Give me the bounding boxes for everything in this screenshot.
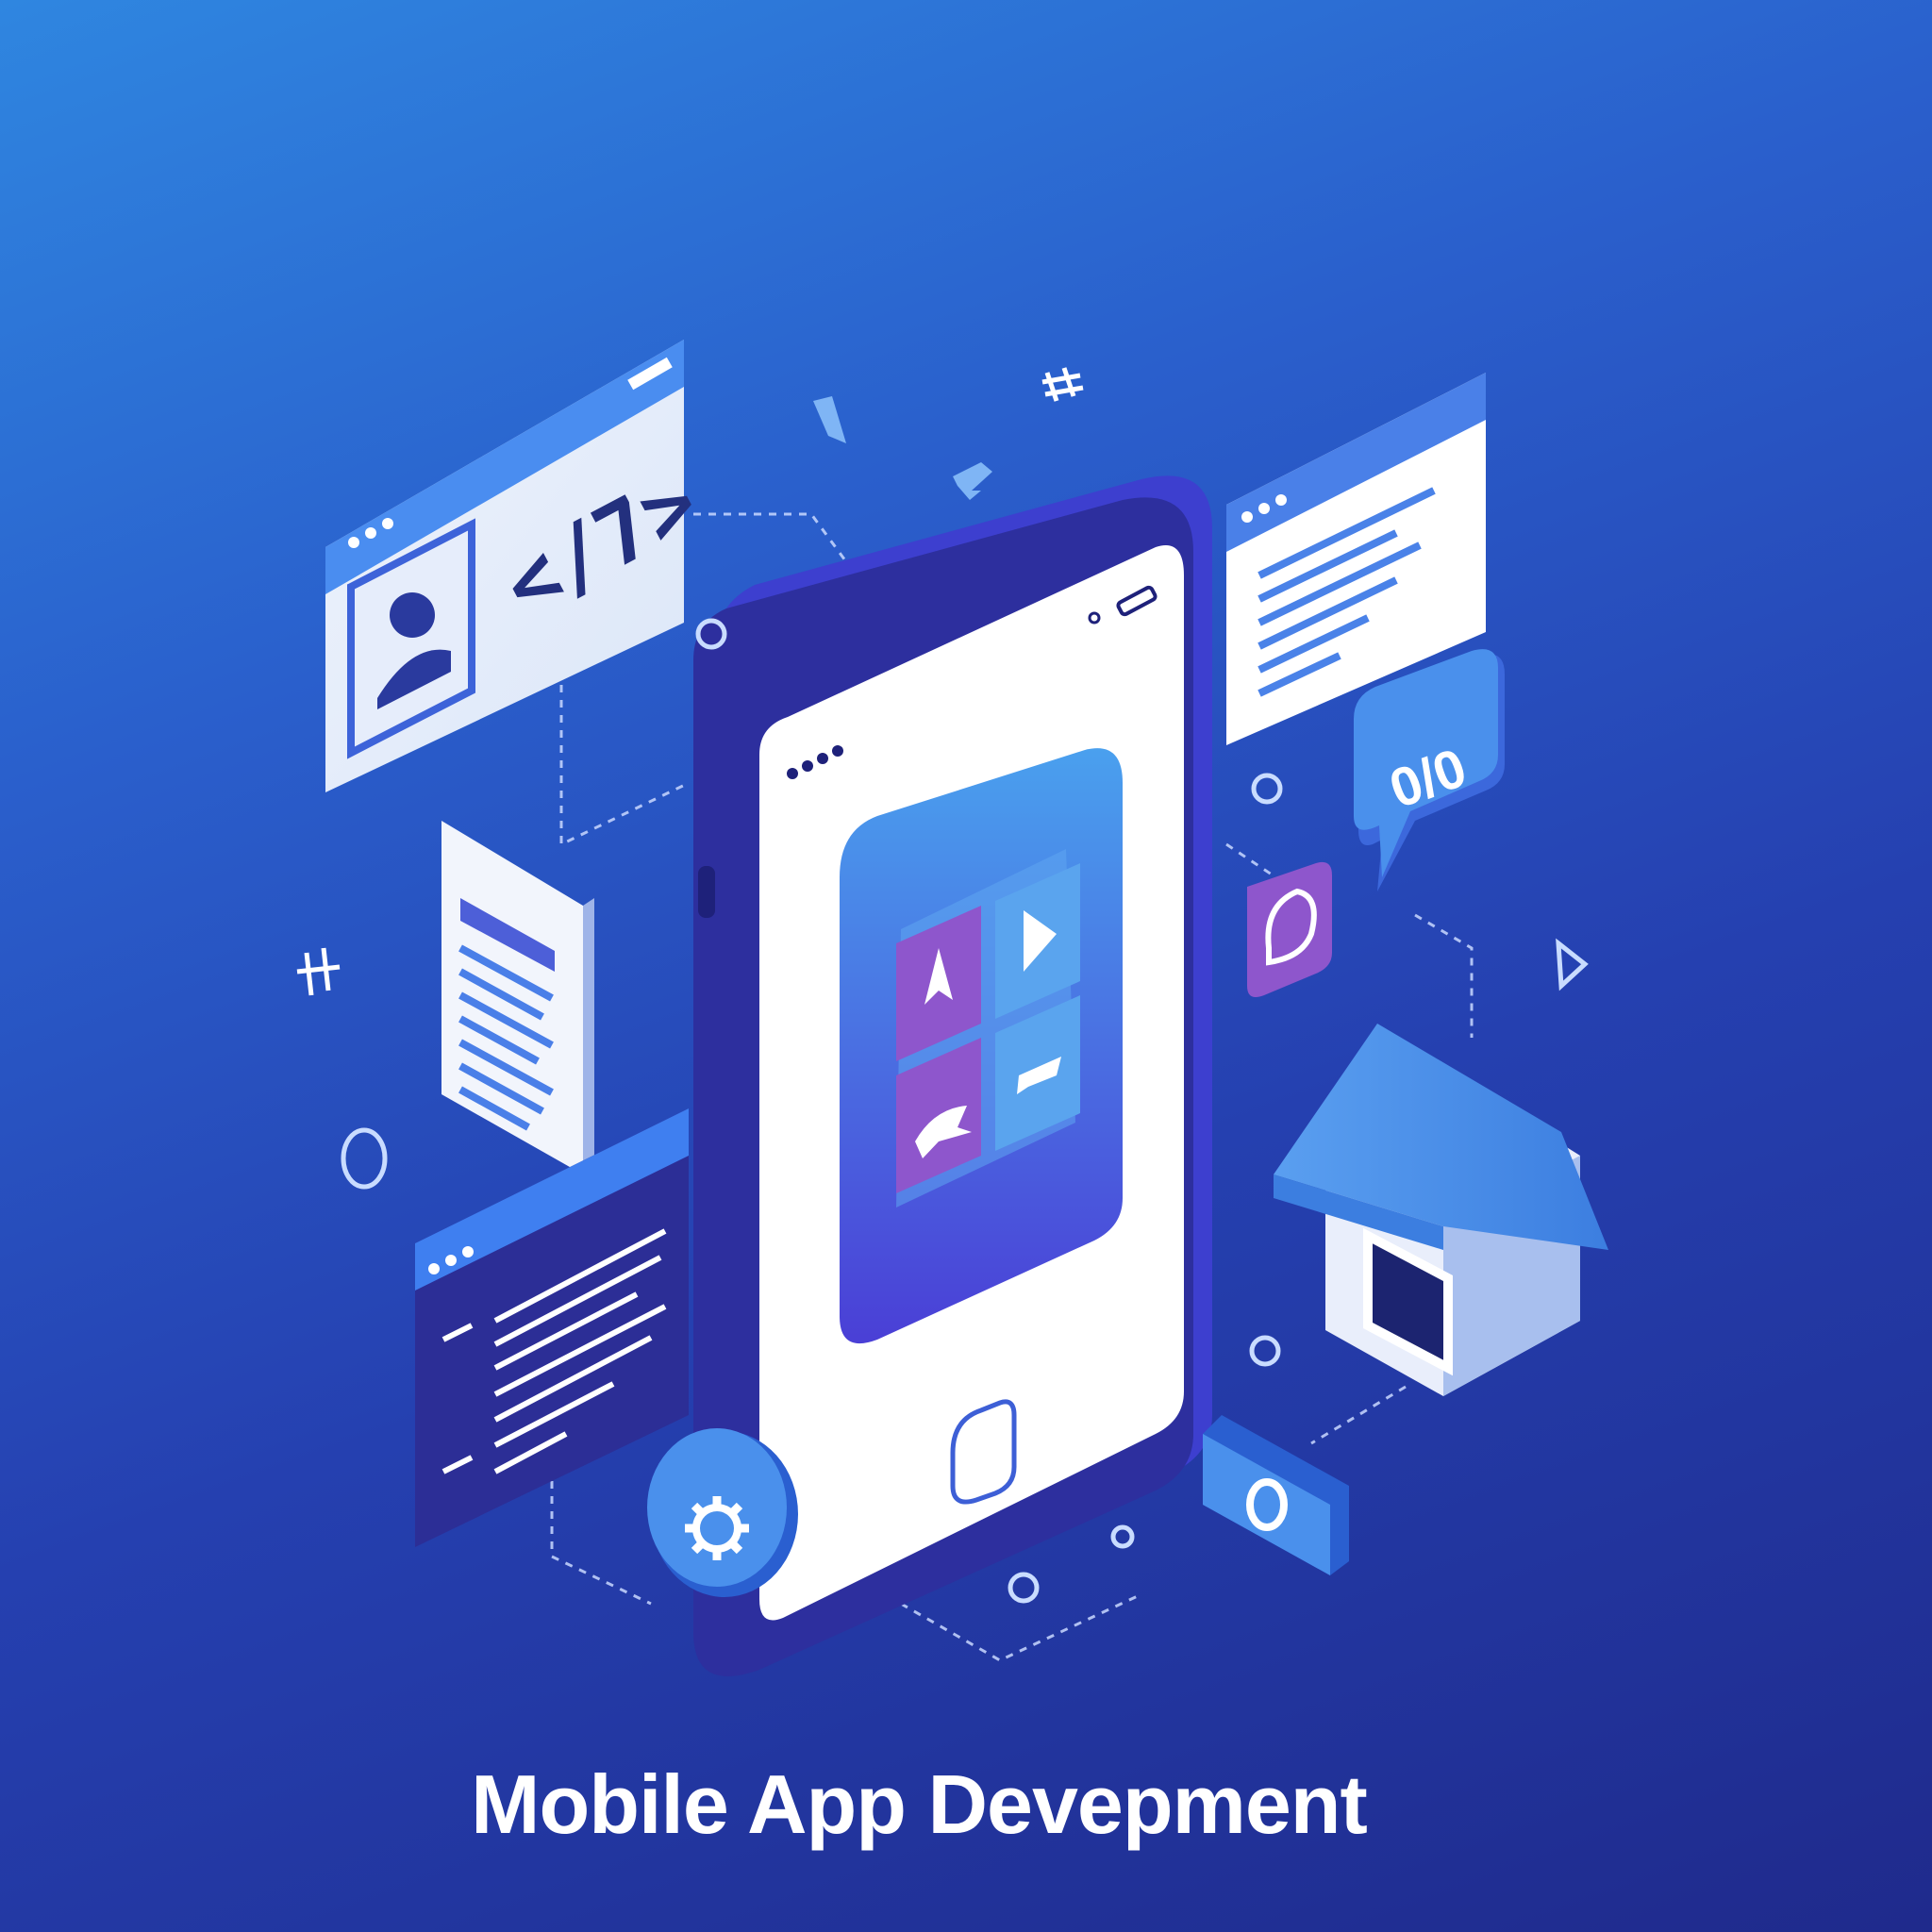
shield-badge <box>1247 861 1332 998</box>
puzzle-shape <box>953 462 992 500</box>
store-icon <box>1274 1024 1608 1396</box>
page-title: Mobile App Devepment <box>471 1757 1368 1851</box>
document-panel <box>441 821 594 1174</box>
hash-icon <box>296 947 341 996</box>
triangle-icon <box>1556 938 1589 991</box>
diamond-shape <box>813 396 846 443</box>
code-window-panel: </7> <box>325 340 714 792</box>
circle-badge <box>1203 1415 1349 1575</box>
hash-icon <box>1041 367 1084 402</box>
speech-bubble: 0/0 <box>1354 649 1505 891</box>
illustration: </7> 0/0 <box>296 340 1608 1676</box>
